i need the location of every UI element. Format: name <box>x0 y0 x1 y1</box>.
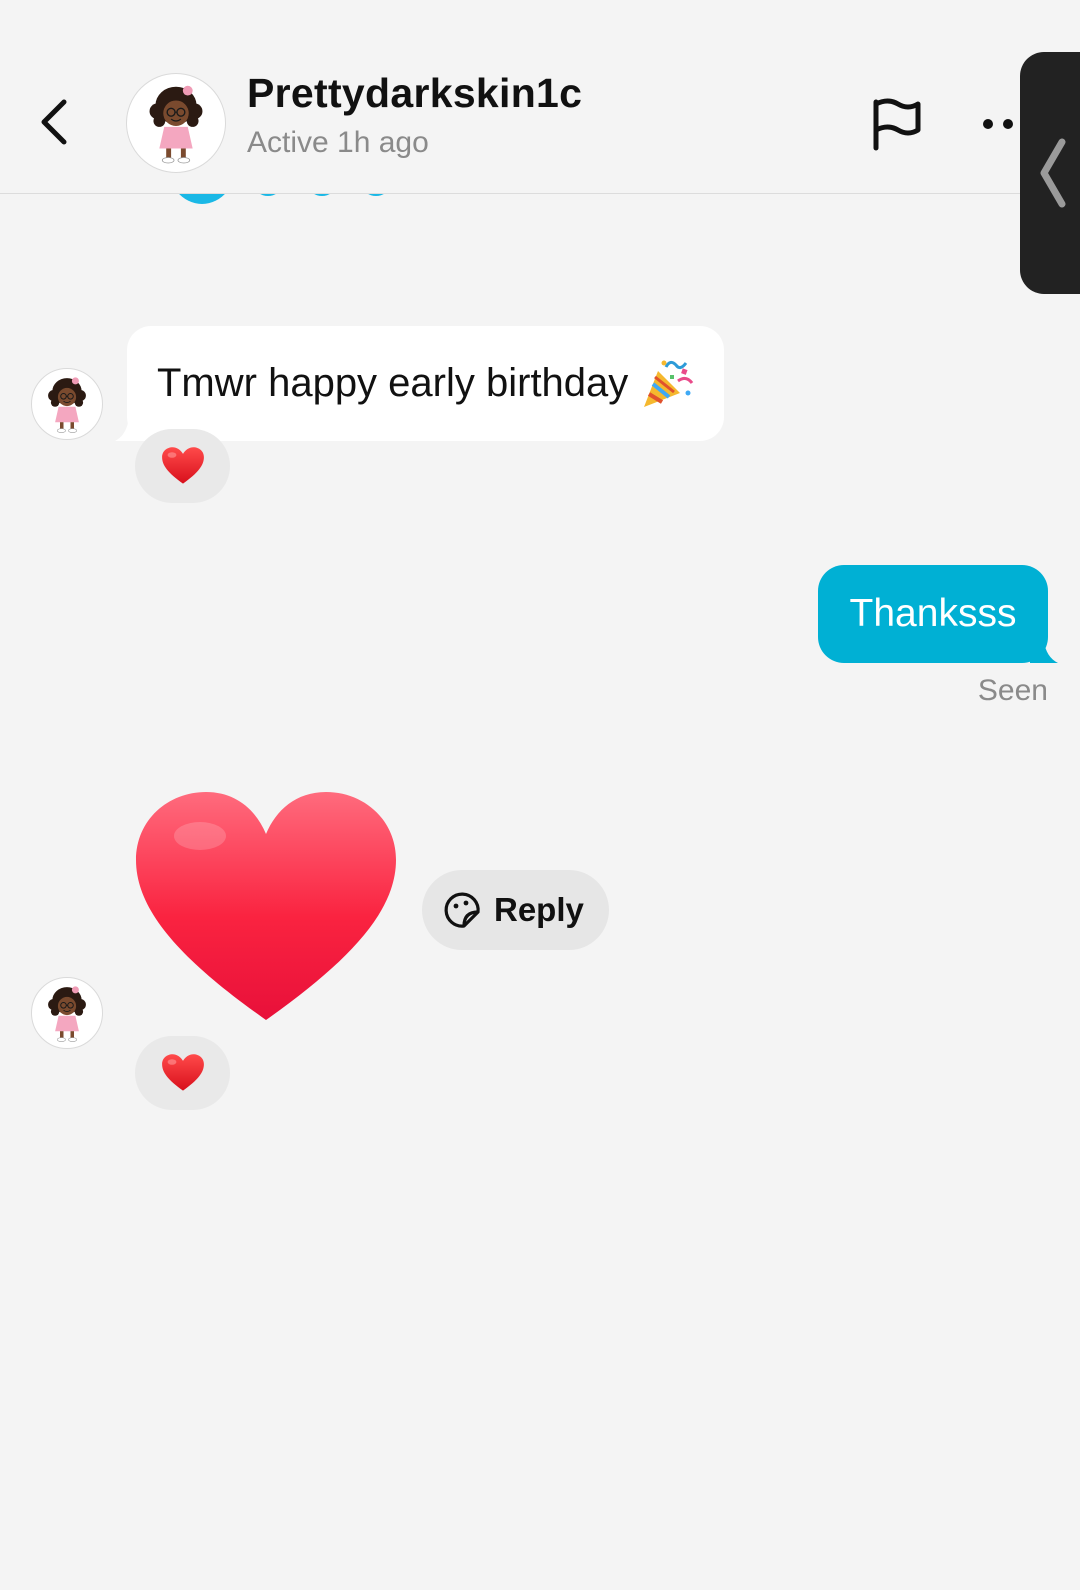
seen-status: Seen <box>977 674 1048 707</box>
bubble-tail <box>1030 641 1058 663</box>
chevron-left-icon <box>41 99 67 145</box>
contact-username[interactable]: Prettydarkskin1c <box>247 70 582 117</box>
contact-avatar[interactable] <box>126 73 226 173</box>
sender-avatar[interactable] <box>31 977 103 1049</box>
chevron-left-icon <box>1040 138 1066 208</box>
heart-emoji-icon <box>161 1053 205 1093</box>
report-flag-button[interactable] <box>868 96 924 152</box>
heart-reaction[interactable] <box>135 429 230 503</box>
back-button[interactable] <box>32 92 80 152</box>
active-status: Active 1h ago <box>247 126 429 159</box>
side-panel-handle[interactable] <box>1020 52 1080 294</box>
flag-icon <box>873 98 921 151</box>
party-popper-icon <box>644 360 694 407</box>
more-options-button[interactable] <box>982 112 1022 136</box>
red-heart-sticker[interactable] <box>134 790 398 1025</box>
incoming-message-bubble[interactable]: Tmwr happy early birthday <box>115 326 725 441</box>
girl-avatar-icon <box>127 74 225 172</box>
sticker-face-icon <box>444 892 480 928</box>
message-text: Tmwr happy early birthday <box>157 361 629 405</box>
outgoing-message-bubble[interactable]: Thanksss <box>818 565 1058 663</box>
more-horizontal-icon <box>983 119 1013 129</box>
reply-button[interactable]: Reply <box>422 870 609 950</box>
heart-reaction[interactable] <box>135 1036 230 1110</box>
heart-emoji-icon <box>161 446 205 486</box>
sender-avatar[interactable] <box>31 368 103 440</box>
girl-avatar-icon <box>32 369 102 439</box>
reply-label: Reply <box>494 891 584 928</box>
chat-header: Prettydarkskin1c Active 1h ago <box>0 0 1080 194</box>
bubble-tail <box>115 417 145 441</box>
girl-avatar-icon <box>32 978 102 1048</box>
message-text: Thanksss <box>849 592 1017 635</box>
